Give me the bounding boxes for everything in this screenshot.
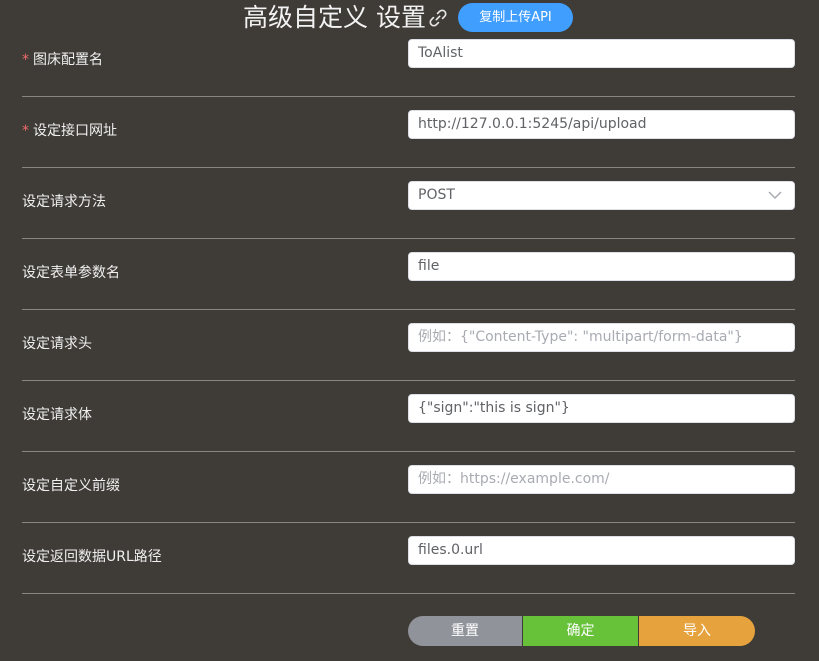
field-label: * 设定接口网址 xyxy=(22,123,117,139)
field-label: 设定请求方法 xyxy=(22,194,106,210)
required-mark: * xyxy=(22,123,29,139)
form-row-request-headers: 设定请求头 例如：{"Content-Type": "multipart/for… xyxy=(22,309,795,381)
field-label: 设定请求体 xyxy=(22,407,92,423)
form-row-config-name: * 图床配置名 ToAlist xyxy=(22,25,795,97)
request-body-input[interactable]: {"sign":"this is sign"} xyxy=(408,394,795,423)
field-label: 设定自定义前缀 xyxy=(22,478,120,494)
action-button-group: 重置 确定 导入 xyxy=(408,616,755,646)
reset-button[interactable]: 重置 xyxy=(408,616,522,646)
field-label: 设定返回数据URL路径 xyxy=(22,549,162,565)
field-label: 设定请求头 xyxy=(22,336,92,352)
response-url-path-input[interactable]: files.0.url xyxy=(408,536,795,565)
import-button[interactable]: 导入 xyxy=(639,616,755,646)
form-row-request-method: 设定请求方法 POST xyxy=(22,167,795,239)
form-row-response-url-path: 设定返回数据URL路径 files.0.url xyxy=(22,522,795,594)
api-url-input[interactable]: http://127.0.0.1:5245/api/upload xyxy=(408,110,795,139)
form-row-form-param-name: 设定表单参数名 file xyxy=(22,238,795,310)
config-name-input[interactable]: ToAlist xyxy=(408,39,795,68)
form-row-api-url: * 设定接口网址 http://127.0.0.1:5245/api/upload xyxy=(22,96,795,168)
confirm-button[interactable]: 确定 xyxy=(523,616,638,646)
request-headers-input[interactable]: 例如：{"Content-Type": "multipart/form-data… xyxy=(408,323,795,352)
chevron-down-icon xyxy=(768,191,782,200)
required-mark: * xyxy=(22,52,29,68)
divider xyxy=(22,593,795,594)
request-method-select[interactable]: POST xyxy=(408,181,795,210)
custom-prefix-input[interactable]: 例如：https://example.com/ xyxy=(408,465,795,494)
form-row-request-body: 设定请求体 {"sign":"this is sign"} xyxy=(22,380,795,452)
selected-value: POST xyxy=(418,187,455,203)
field-label: 设定表单参数名 xyxy=(22,265,120,281)
form-param-name-input[interactable]: file xyxy=(408,252,795,281)
form-row-custom-prefix: 设定自定义前缀 例如：https://example.com/ xyxy=(22,451,795,523)
field-label: * 图床配置名 xyxy=(22,52,103,68)
